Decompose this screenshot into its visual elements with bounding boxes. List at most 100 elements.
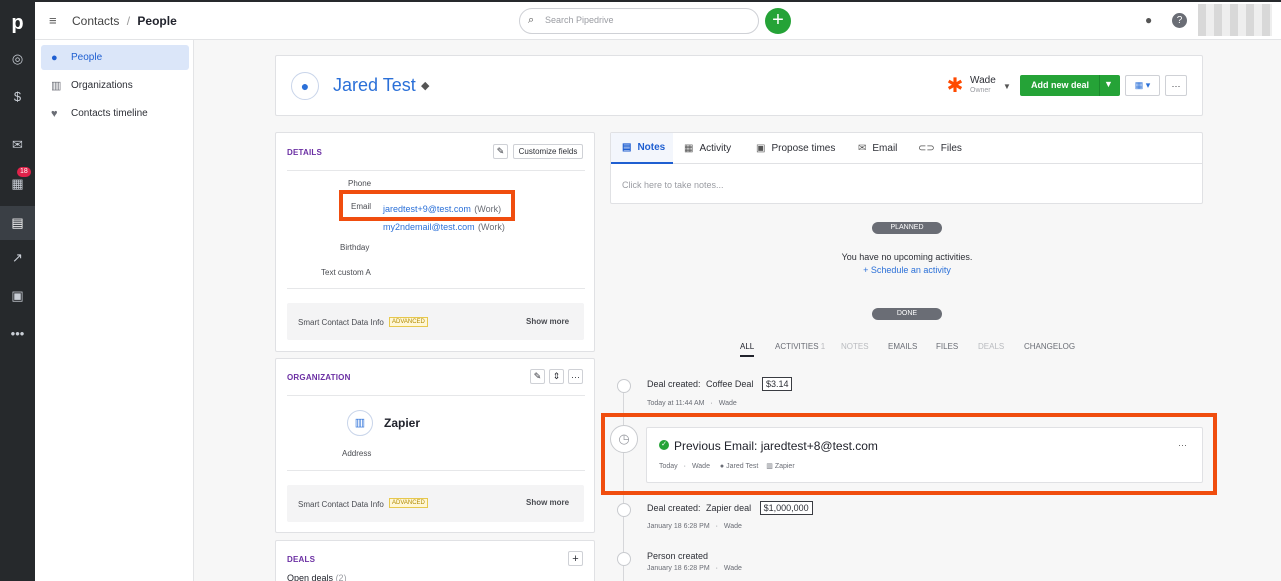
open-deals[interactable]: Open deals (2)	[287, 573, 347, 581]
timeline-dot	[617, 503, 631, 517]
edit-details-button[interactable]: ✎	[493, 144, 508, 159]
lightbulb-icon[interactable]: ●	[1145, 13, 1152, 27]
breadcrumb-contacts[interactable]: Contacts	[72, 14, 119, 28]
tag-icon[interactable]: ◆	[421, 79, 429, 92]
person-icon: ●	[51, 51, 58, 64]
more-icon[interactable]: •••	[0, 320, 35, 346]
event-user[interactable]: Wade	[724, 565, 742, 572]
sidenav-item-organizations[interactable]: ▥ Organizations	[41, 73, 189, 98]
open-deals-label: Open deals	[287, 573, 334, 581]
person-name[interactable]: Jared Test	[333, 75, 416, 96]
event-time: Today at 11:44 AM	[647, 400, 705, 407]
divider	[287, 170, 585, 171]
tab-email[interactable]: ✉ Email	[858, 133, 897, 164]
collapse-menu-icon[interactable]: ≡	[49, 13, 57, 28]
event-meta: Today at 11:44 AM · Wade	[647, 400, 737, 407]
tab-label: Activity	[699, 143, 732, 154]
filter-files[interactable]: FILES	[936, 342, 958, 351]
deals-icon[interactable]: $	[0, 83, 35, 109]
deals-title: DEALS	[287, 555, 316, 564]
phone-label: Phone	[348, 179, 372, 188]
sidenav-item-people[interactable]: ● People	[41, 45, 189, 70]
mail-icon[interactable]: ✉	[0, 132, 35, 158]
show-more-link[interactable]: Show more	[526, 498, 569, 507]
event-prefix: Deal created:	[647, 503, 701, 513]
event-user[interactable]: Wade	[724, 523, 742, 530]
event-time: January 18 6:28 PM	[647, 565, 710, 572]
grid-icon: ▦ ▾	[1134, 80, 1151, 90]
calendar-icon: ▦	[684, 143, 694, 154]
org-name[interactable]: Zapier	[384, 416, 420, 430]
show-more-link[interactable]: Show more	[526, 317, 569, 326]
deal-link[interactable]: Zapier deal	[706, 503, 751, 513]
tab-label: Files	[940, 143, 962, 154]
owner-name[interactable]: Wade	[970, 75, 996, 86]
filter-label: ACTIVITIES	[775, 342, 819, 351]
email-2: my2ndemail@test.com (Work)	[383, 219, 505, 233]
add-deal-button[interactable]: +	[568, 551, 583, 566]
tab-files[interactable]: ⊂⊃ Files	[918, 133, 962, 164]
tab-propose-times[interactable]: ▣ Propose times	[756, 133, 835, 164]
schedule-activity-link[interactable]: + Schedule an activity	[760, 265, 1054, 275]
owner-chevron-down-icon[interactable]: ▼	[1003, 82, 1011, 91]
timeline-dot	[617, 552, 631, 566]
ellipsis-icon: ···	[571, 371, 580, 382]
help-icon[interactable]: ?	[1172, 13, 1187, 28]
done-pill: DONE	[872, 308, 942, 320]
details-title: DETAILS	[287, 148, 323, 157]
view-switch-button[interactable]: ▦ ▾	[1125, 75, 1160, 96]
open-deals-count: (2)	[335, 573, 347, 581]
search-icon: ⌕	[528, 14, 535, 26]
org-more-button[interactable]: ···	[568, 369, 583, 384]
timeline-event-person-created: Person created	[647, 551, 709, 561]
tab-activity[interactable]: ▦ Activity	[684, 133, 731, 164]
ellipsis-icon: ···	[1171, 80, 1181, 91]
filter-deals: DEALS	[978, 342, 1005, 351]
text-custom-label: Text custom A	[321, 268, 371, 277]
quick-add-button[interactable]: +	[765, 8, 791, 34]
user-avatar[interactable]	[1198, 4, 1272, 36]
chevron-updown-icon: ⇕	[552, 371, 561, 381]
filter-activities[interactable]: ACTIVITIES 1	[775, 342, 825, 351]
products-icon[interactable]: ▣	[0, 283, 35, 309]
divider	[287, 395, 585, 396]
heartbeat-icon: ♥	[51, 107, 58, 120]
building-icon: ▥	[51, 80, 62, 92]
search-input[interactable]: ⌕ Search Pipedrive	[519, 8, 759, 34]
breadcrumb-people: People	[137, 14, 177, 28]
smart-data-label: Smart Contact Data Info	[298, 500, 384, 509]
sidenav-label: Contacts timeline	[71, 108, 148, 119]
filter-all[interactable]: ALL	[740, 342, 755, 357]
edit-org-button[interactable]: ✎	[530, 369, 545, 384]
filter-notes: NOTES	[841, 342, 869, 351]
chevron-down-icon[interactable]: ▼	[1104, 79, 1113, 89]
notes-input[interactable]: Click here to take notes...	[622, 180, 724, 190]
insights-icon[interactable]: ↗	[0, 245, 35, 271]
tab-notes[interactable]: ▤ Notes	[611, 133, 673, 164]
change-org-button[interactable]: ⇕	[549, 369, 564, 384]
add-new-deal-button[interactable]: Add new deal ▼	[1020, 75, 1120, 96]
tab-label: Email	[872, 143, 898, 154]
event-user[interactable]: Wade	[719, 400, 737, 407]
more-actions-button[interactable]: ···	[1165, 75, 1187, 96]
filter-emails[interactable]: EMAILS	[888, 342, 917, 351]
event-meta: January 18 6:28 PM · Wade	[647, 565, 742, 572]
email-2-link[interactable]: my2ndemail@test.com	[383, 222, 475, 232]
paperclip-icon: ⊂⊃	[918, 143, 935, 154]
filter-changelog[interactable]: CHANGELOG	[1024, 342, 1075, 351]
leads-icon[interactable]: ◎	[0, 46, 35, 72]
deal-amount: $3.14	[761, 377, 793, 391]
customize-fields-button[interactable]: Customize fields	[513, 144, 583, 159]
deal-link[interactable]: Coffee Deal	[706, 379, 753, 389]
pipedrive-logo[interactable]: p	[0, 8, 35, 38]
calendar-clock-icon: ▣	[756, 143, 766, 154]
birthday-label: Birthday	[340, 243, 370, 252]
calendar-icon[interactable]: ▦ 18	[0, 167, 35, 197]
sidenav-label: People	[71, 52, 103, 63]
tab-label: Notes	[637, 142, 666, 153]
contacts-icon[interactable]: ▤	[0, 206, 35, 240]
owner-label: Owner	[970, 87, 991, 94]
pencil-icon: ✎	[496, 146, 505, 156]
sidenav-item-contacts-timeline[interactable]: ♥ Contacts timeline	[41, 101, 189, 126]
event-meta: January 18 6:28 PM · Wade	[647, 523, 742, 530]
